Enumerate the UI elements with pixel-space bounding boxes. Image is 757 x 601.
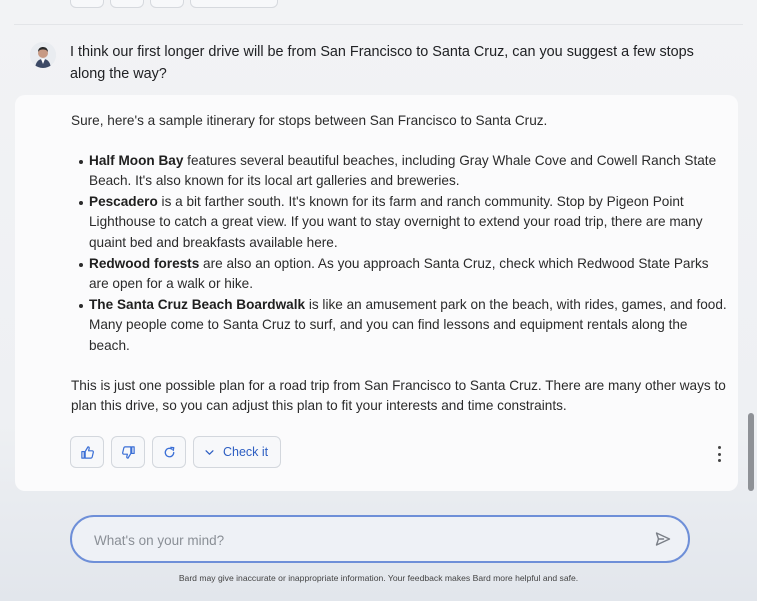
previous-action-button[interactable] (70, 0, 104, 8)
chat-page: I think our first longer drive will be f… (0, 0, 757, 601)
stop-title: Half Moon Bay (89, 152, 184, 168)
more-vertical-icon-dot (717, 452, 721, 456)
thumbs-up-icon (80, 445, 94, 459)
stop-title: Pescadero (89, 193, 158, 209)
send-icon[interactable] (654, 530, 672, 548)
more-vertical-icon-dot (717, 459, 721, 462)
stop-description: features several beautiful beaches, incl… (89, 152, 717, 189)
avatar (30, 42, 56, 68)
stop-description: is a bit farther south. It's known for i… (89, 193, 703, 250)
stop-title: The Santa Cruz Beach Boardwalk (89, 296, 306, 312)
stop-title: Redwood forests (89, 255, 200, 271)
chevron-down-icon (205, 449, 214, 455)
list-item: Pescadero is a bit farther south. It's k… (71, 192, 731, 254)
response-intro: Sure, here's a sample itinerary for stop… (71, 113, 548, 128)
list-item: The Santa Cruz Beach Boardwalk is like a… (71, 295, 731, 357)
stops-list: Half Moon Bay features several beautiful… (71, 151, 731, 357)
response-card: Sure, here's a sample itinerary for stop… (15, 95, 738, 491)
thumbs-up-button[interactable] (70, 436, 104, 468)
response-actions: Check it (70, 436, 282, 468)
prompt-input-box[interactable] (70, 515, 690, 563)
user-message: I think our first longer drive will be f… (30, 41, 720, 85)
response-content: Sure, here's a sample itinerary for stop… (71, 111, 731, 417)
regenerate-button[interactable] (152, 436, 186, 468)
previous-action-button[interactable] (190, 0, 278, 8)
list-item: Half Moon Bay features several beautiful… (71, 151, 731, 192)
thumbs-down-button[interactable] (111, 436, 145, 468)
more-vertical-icon (717, 446, 721, 449)
thumbs-down-icon (121, 445, 135, 459)
previous-action-button[interactable] (150, 0, 184, 8)
previous-action-button[interactable] (110, 0, 144, 8)
response-outro: This is just one possible plan for a roa… (71, 377, 726, 414)
user-avatar-icon (30, 42, 56, 68)
user-message-text: I think our first longer drive will be f… (70, 44, 694, 82)
check-it-button[interactable]: Check it (193, 436, 282, 468)
regenerate-icon (164, 446, 174, 457)
list-item: Redwood forests are also an option. As y… (71, 254, 731, 295)
prompt-input[interactable] (92, 529, 636, 551)
previous-message-actions (70, 0, 278, 8)
check-it-label: Check it (223, 445, 269, 459)
more-options-button[interactable] (714, 446, 724, 462)
scrollbar[interactable] (748, 413, 754, 491)
divider (14, 24, 743, 25)
disclaimer-text: Bard may give inaccurate or inappropriat… (178, 573, 579, 583)
